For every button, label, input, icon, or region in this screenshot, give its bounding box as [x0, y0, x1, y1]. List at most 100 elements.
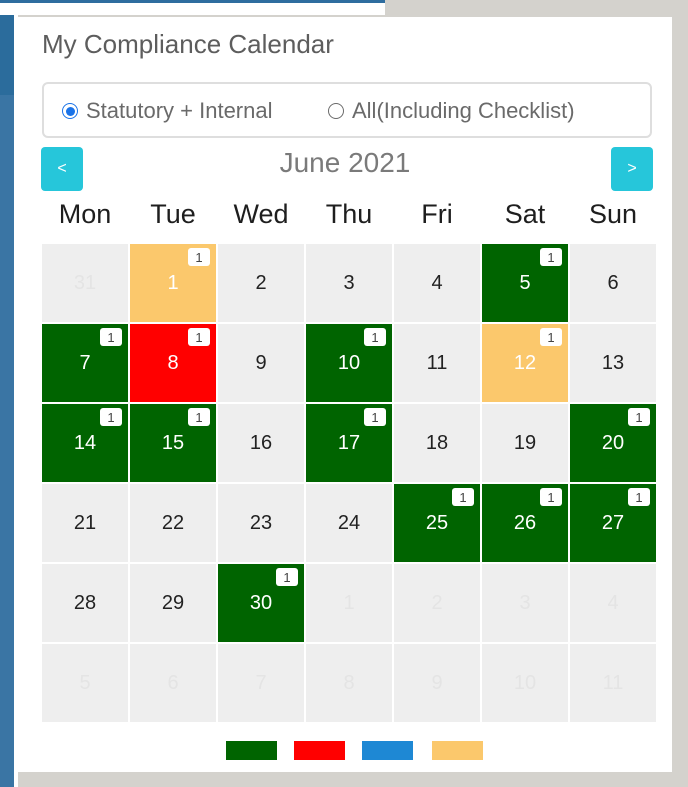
calendar-day[interactable]: 21 — [42, 484, 128, 562]
day-number: 28 — [73, 591, 97, 614]
calendar-day[interactable]: 26 1 — [482, 484, 568, 562]
day-number: 27 — [601, 511, 625, 534]
day-number: 4 — [431, 271, 443, 294]
calendar-day[interactable]: 28 — [42, 564, 128, 642]
day-number: 29 — [161, 591, 185, 614]
filter-radio-group: Statutory + Internal All(Including Check… — [42, 82, 652, 138]
radio-all-including-checklist[interactable]: All(Including Checklist) — [328, 98, 575, 124]
calendar-day[interactable]: 30 1 — [218, 564, 304, 642]
weekday-fri: Fri — [421, 199, 453, 229]
task-count-badge: 1 — [540, 328, 562, 346]
calendar-day[interactable]: 5 — [42, 644, 128, 722]
weekday-sun: Sun — [588, 199, 638, 229]
day-number: 7 — [79, 351, 91, 374]
task-count-badge: 1 — [100, 328, 122, 346]
day-number: 16 — [249, 431, 273, 454]
task-count-badge: 1 — [364, 408, 386, 426]
calendar-day[interactable]: 22 — [130, 484, 216, 562]
day-number: 13 — [601, 351, 625, 374]
calendar-day[interactable]: 8 — [306, 644, 392, 722]
calendar-day[interactable]: 3 — [482, 564, 568, 642]
calendar-day[interactable]: 71 — [42, 324, 128, 402]
day-number: 21 — [73, 511, 97, 534]
day-number: 23 — [249, 511, 273, 534]
calendar-day[interactable]: 11 — [570, 644, 656, 722]
day-number: 10 — [337, 351, 361, 374]
day-number: 20 — [601, 431, 625, 454]
task-count-badge: 1 — [276, 568, 298, 586]
radio-statutory-internal[interactable]: Statutory + Internal — [62, 98, 273, 124]
day-number: 14 — [73, 431, 97, 454]
calendar-day[interactable]: 20 1 — [570, 404, 656, 482]
day-number: 10 — [513, 671, 537, 694]
legend-swatch-yellow — [432, 741, 483, 760]
day-number: 2 — [431, 591, 443, 614]
calendar-day[interactable]: 1 — [306, 564, 392, 642]
task-count-badge: 1 — [364, 328, 386, 346]
next-month-button[interactable]: > — [611, 147, 653, 191]
calendar-day[interactable]: 4 — [570, 564, 656, 642]
legend-swatch-red — [294, 741, 345, 760]
calendar-day[interactable]: 7 — [218, 644, 304, 722]
calendar-day[interactable]: 24 — [306, 484, 392, 562]
compliance-calendar-card: My Compliance Calendar Statutory + Inter… — [18, 17, 672, 772]
legend-swatch-green — [226, 741, 277, 760]
calendar-day[interactable]: 14 1 — [42, 404, 128, 482]
calendar-day[interactable]: 19 — [482, 404, 568, 482]
chevron-right-icon: > — [627, 160, 637, 177]
calendar-day[interactable]: 23 — [218, 484, 304, 562]
calendar-day[interactable]: 11 — [394, 324, 480, 402]
task-count-badge: 1 — [628, 488, 650, 506]
calendar-day[interactable]: 6 — [130, 644, 216, 722]
day-number: 8 — [167, 351, 179, 374]
weekday-sat: Sat — [504, 199, 546, 229]
day-number: 11 — [602, 671, 624, 694]
task-count-badge: 1 — [628, 408, 650, 426]
day-number: 12 — [513, 351, 537, 374]
calendar-day[interactable]: 15 1 — [130, 404, 216, 482]
task-count-badge: 1 — [540, 248, 562, 266]
legend-swatch-blue — [362, 741, 413, 760]
calendar-day[interactable]: 6 — [570, 244, 656, 322]
radio-checked-icon[interactable] — [62, 103, 78, 119]
calendar-day[interactable]: 11 — [130, 244, 216, 322]
calendar-day[interactable]: 31 — [42, 244, 128, 322]
day-number: 5 — [519, 271, 531, 294]
calendar-day[interactable]: 9 — [394, 644, 480, 722]
calendar-day[interactable]: 2 — [218, 244, 304, 322]
calendar-day[interactable]: 29 — [130, 564, 216, 642]
calendar-day[interactable]: 27 1 — [570, 484, 656, 562]
calendar-day[interactable]: 4 — [394, 244, 480, 322]
day-number: 9 — [431, 671, 443, 694]
calendar-day[interactable]: 51 — [482, 244, 568, 322]
day-number: 3 — [343, 271, 355, 294]
calendar-day[interactable]: 13 — [570, 324, 656, 402]
radio-unchecked-icon[interactable] — [328, 103, 344, 119]
day-number: 15 — [161, 431, 185, 454]
day-number: 11 — [426, 351, 448, 374]
day-number: 5 — [79, 671, 91, 694]
day-number: 8 — [343, 671, 355, 694]
top-white-bar — [0, 3, 385, 15]
calendar-day[interactable]: 16 — [218, 404, 304, 482]
calendar-day[interactable]: 10 1 — [306, 324, 392, 402]
calendar-day[interactable]: 81 — [130, 324, 216, 402]
calendar-day[interactable]: 9 — [218, 324, 304, 402]
day-number: 17 — [337, 431, 361, 454]
calendar-day[interactable]: 17 1 — [306, 404, 392, 482]
day-number: 3 — [519, 591, 531, 614]
calendar-day[interactable]: 2 — [394, 564, 480, 642]
calendar-grid: 31 1 1 2 3 4 5 1 6 7 1 8 1 9 10 1 11 12 1 13 14 1 15 1 16 17 1 18 19… — [42, 244, 656, 722]
day-number: 6 — [167, 671, 179, 694]
task-count-badge: 1 — [188, 248, 210, 266]
day-number: 18 — [425, 431, 449, 454]
task-count-badge: 1 — [188, 328, 210, 346]
calendar-day[interactable]: 12 1 — [482, 324, 568, 402]
month-title: June 2021 — [279, 147, 411, 178]
calendar-day[interactable]: 25 1 — [394, 484, 480, 562]
calendar-day[interactable]: 10 — [482, 644, 568, 722]
page-title: My Compliance Calendar — [42, 29, 334, 59]
task-count-badge: 1 — [540, 488, 562, 506]
calendar-day[interactable]: 3 — [306, 244, 392, 322]
calendar-day[interactable]: 18 — [394, 404, 480, 482]
